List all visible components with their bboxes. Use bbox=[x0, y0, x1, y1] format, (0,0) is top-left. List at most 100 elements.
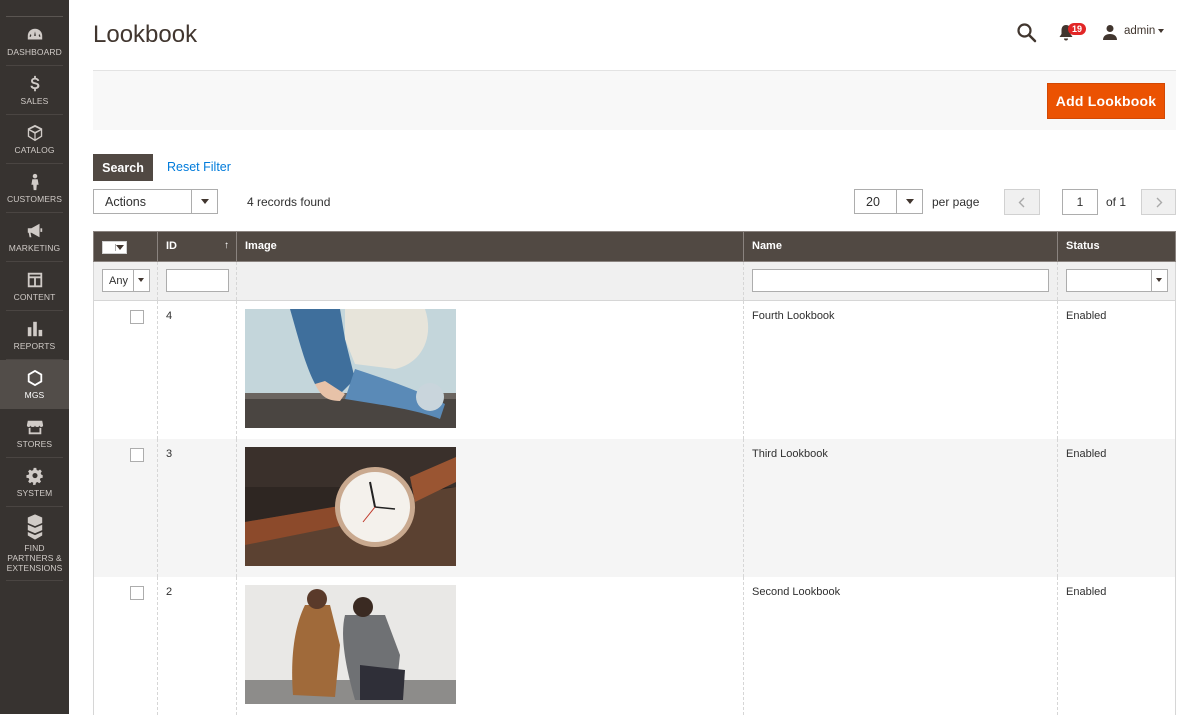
sidebar-item-customers[interactable]: CUSTOMERS bbox=[6, 164, 63, 213]
sort-arrow-icon: ↑ bbox=[224, 240, 229, 251]
row-select-cell bbox=[94, 301, 157, 439]
row-status: Enabled bbox=[1057, 577, 1175, 715]
chevron-left-icon bbox=[1018, 197, 1025, 208]
bar-chart-icon bbox=[27, 321, 42, 336]
next-page-button[interactable] bbox=[1141, 189, 1176, 215]
sidebar-logo-area bbox=[6, 0, 63, 17]
column-header-label: ID bbox=[166, 240, 177, 252]
table-row[interactable]: 4 Fourth Lookbook Enabled bbox=[93, 301, 1176, 439]
page-total: of 1 bbox=[1106, 195, 1127, 209]
sidebar-item-dashboard[interactable]: DASHBOARD bbox=[6, 17, 63, 66]
gear-icon bbox=[25, 467, 43, 485]
sidebar-item-label: REPORTS bbox=[13, 340, 56, 351]
row-select-cell bbox=[94, 439, 157, 577]
filter-cell bbox=[236, 262, 744, 300]
dollar-icon bbox=[30, 75, 39, 91]
filter-status-select[interactable] bbox=[1066, 269, 1168, 292]
chevron-right-icon bbox=[1156, 197, 1163, 208]
search-button[interactable]: Search bbox=[93, 154, 153, 181]
mass-select-column[interactable] bbox=[94, 232, 157, 261]
add-lookbook-button[interactable]: Add Lookbook bbox=[1047, 83, 1165, 119]
mass-select-dropdown[interactable] bbox=[102, 241, 127, 254]
mass-actions-select[interactable]: Actions bbox=[93, 189, 218, 214]
search-icon[interactable] bbox=[1015, 21, 1039, 45]
chevron-down-icon bbox=[896, 190, 922, 213]
lookbook-thumbnail bbox=[245, 447, 456, 566]
row-status: Enabled bbox=[1057, 301, 1175, 439]
sidebar-item-label: MGS bbox=[24, 389, 45, 400]
chevron-down-icon bbox=[191, 190, 217, 213]
megaphone-icon bbox=[27, 223, 42, 237]
filter-cell bbox=[157, 262, 237, 300]
chevron-down-icon[interactable] bbox=[1158, 29, 1164, 33]
grid-filter-row: Any bbox=[93, 262, 1176, 301]
filter-any-label: Any bbox=[109, 275, 128, 287]
filter-any-select[interactable]: Any bbox=[102, 269, 150, 292]
sidebar-item-label: DASHBOARD bbox=[7, 46, 62, 57]
sidebar-item-catalog[interactable]: CATALOG bbox=[6, 115, 63, 164]
page-actions-bar: Add Lookbook bbox=[93, 70, 1176, 130]
row-checkbox[interactable] bbox=[130, 448, 144, 462]
sidebar-item-stores[interactable]: STORES bbox=[6, 409, 63, 458]
boxes-icon bbox=[27, 514, 42, 540]
row-image-cell bbox=[236, 439, 744, 577]
row-id: 4 bbox=[157, 301, 237, 439]
row-id: 3 bbox=[157, 439, 237, 577]
dashboard-icon bbox=[27, 28, 42, 39]
row-image-cell bbox=[236, 301, 744, 439]
page-title: Lookbook bbox=[93, 21, 198, 48]
sidebar-item-system[interactable]: SYSTEM bbox=[6, 458, 63, 507]
notification-count-badge: 19 bbox=[1068, 23, 1087, 35]
mass-actions-label: Actions bbox=[105, 195, 146, 209]
records-found: 4 records found bbox=[247, 195, 331, 209]
sidebar-item-label: FIND PARTNERS & EXTENSIONS bbox=[6, 543, 63, 573]
filter-cell: Any bbox=[94, 262, 157, 300]
user-menu-name[interactable]: admin bbox=[1124, 25, 1155, 37]
sidebar-item-marketing[interactable]: MARKETING bbox=[6, 213, 63, 262]
per-page-value: 20 bbox=[866, 195, 880, 209]
column-header-status[interactable]: Status bbox=[1057, 232, 1175, 261]
chevron-down-icon bbox=[133, 270, 149, 291]
filter-cell bbox=[743, 262, 1058, 300]
sidebar-item-find-partners[interactable]: FIND PARTNERS & EXTENSIONS bbox=[6, 507, 63, 581]
sidebar-item-label: SALES bbox=[20, 95, 49, 106]
column-header-image: Image bbox=[236, 232, 744, 261]
sidebar-item-label: CONTENT bbox=[13, 291, 56, 302]
filter-cell bbox=[1057, 262, 1175, 300]
table-row[interactable]: 2 Second Lookbook Enabled bbox=[93, 577, 1176, 715]
sidebar-item-mgs[interactable]: MGS bbox=[0, 360, 69, 409]
row-image-cell bbox=[236, 577, 744, 715]
row-status: Enabled bbox=[1057, 439, 1175, 577]
per-page-label: per page bbox=[932, 195, 980, 209]
previous-page-button[interactable] bbox=[1004, 189, 1040, 215]
filter-id-input[interactable] bbox=[166, 269, 229, 292]
storefront-icon bbox=[26, 420, 43, 434]
sidebar-item-sales[interactable]: SALES bbox=[6, 66, 63, 115]
user-icon[interactable] bbox=[1102, 24, 1118, 40]
sidebar-item-label: CUSTOMERS bbox=[6, 193, 63, 204]
sidebar-item-reports[interactable]: REPORTS bbox=[6, 311, 63, 360]
filter-name-input[interactable] bbox=[752, 269, 1049, 292]
row-select-cell bbox=[94, 577, 157, 715]
sidebar-item-label: SYSTEM bbox=[16, 487, 53, 498]
row-name: Third Lookbook bbox=[743, 439, 1058, 577]
per-page-select[interactable]: 20 bbox=[854, 189, 923, 214]
sidebar-item-content[interactable]: CONTENT bbox=[6, 262, 63, 311]
column-header-id[interactable]: ID ↑ bbox=[157, 232, 237, 261]
hexagon-icon bbox=[27, 369, 42, 386]
reset-filter-link[interactable]: Reset Filter bbox=[167, 160, 231, 174]
sidebar-item-label: STORES bbox=[16, 438, 53, 449]
page-number-input[interactable] bbox=[1062, 189, 1098, 215]
cube-icon bbox=[27, 124, 42, 141]
lookbook-thumbnail bbox=[245, 309, 456, 428]
column-header-label: Image bbox=[245, 240, 277, 252]
row-checkbox[interactable] bbox=[130, 586, 144, 600]
row-checkbox[interactable] bbox=[130, 310, 144, 324]
table-row[interactable]: 3 Third Lookbook Enabled bbox=[93, 439, 1176, 577]
layout-icon bbox=[27, 272, 42, 287]
column-header-name[interactable]: Name bbox=[743, 232, 1058, 261]
admin-sidebar: DASHBOARD SALES CATALOG CUSTOMERS MARKET… bbox=[0, 0, 69, 714]
person-icon bbox=[30, 173, 39, 190]
row-name: Second Lookbook bbox=[743, 577, 1058, 715]
chevron-down-icon bbox=[1151, 270, 1167, 291]
